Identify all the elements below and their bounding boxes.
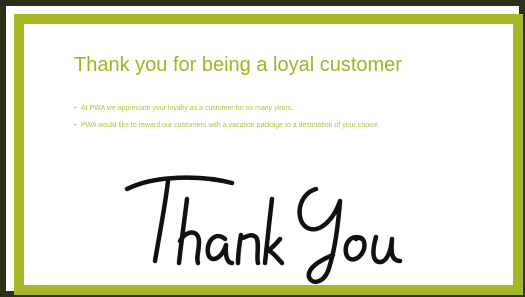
bullet-item: PWA would like to reward our customers w…	[74, 121, 474, 130]
bullet-item: At PWA we appreciate your loyalty as a c…	[74, 104, 474, 113]
thank-you-script-image	[124, 175, 403, 285]
slide-thumbnail-frame[interactable]: Thank you for being a loyal customer At …	[0, 0, 525, 297]
slide-title: Thank you for being a loyal customer	[74, 54, 402, 76]
bullet-list: At PWA we appreciate your loyalty as a c…	[74, 104, 474, 138]
slide[interactable]: Thank you for being a loyal customer At …	[14, 14, 523, 295]
